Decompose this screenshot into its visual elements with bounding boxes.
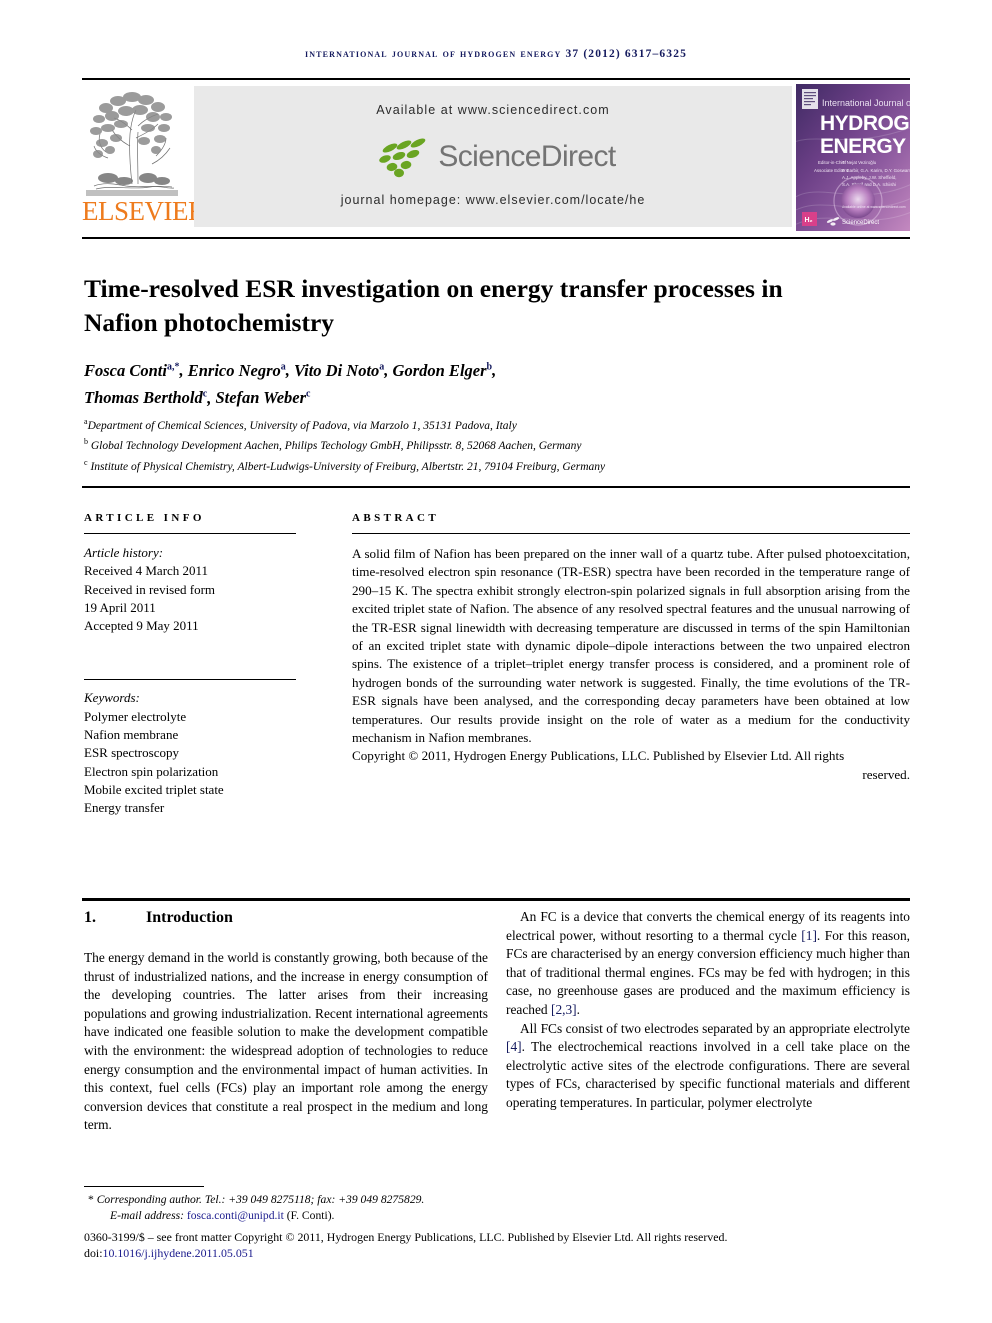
article-history: Article history: Received 4 March 2011 R…	[84, 544, 296, 635]
masthead: ELSEVIER Available at www.sciencedirect.…	[82, 84, 910, 232]
abstract-column: ABSTRACT A solid film of Nafion has been…	[352, 512, 910, 784]
journal-homepage-text: journal homepage: www.elsevier.com/locat…	[340, 193, 646, 207]
paragraph: All FCs consist of two electrodes separa…	[506, 1020, 910, 1110]
author-item: Stefan Weberc	[215, 388, 311, 407]
article-history-label: Article history:	[84, 545, 164, 560]
article-history-item: Received in revised form	[84, 581, 216, 597]
svg-text:HYDROGEN: HYDROGEN	[820, 112, 910, 135]
article-info-rule	[84, 533, 296, 534]
svg-text:F. Barbir, G.A. Karim, D.Y. Go: F. Barbir, G.A. Karim, D.Y. Goswami,	[842, 168, 910, 173]
running-head-rule	[82, 78, 910, 80]
svg-text:International Journal of: International Journal of	[822, 98, 910, 108]
keywords-block: Keywords: Polymer electrolyte Nafion mem…	[84, 689, 296, 817]
abstract-rule	[352, 533, 910, 534]
email-suffix: (F. Conti).	[286, 1209, 335, 1223]
article-history-item: 19 April 2011	[84, 599, 156, 615]
abstract-heading: ABSTRACT	[352, 512, 440, 524]
journal-cover-thumbnail: International Journal of HYDROGEN ENERGY…	[796, 84, 910, 231]
author-affil-marker: c	[306, 388, 311, 400]
article-first-page: international journal of hydrogen energy…	[0, 0, 992, 1323]
running-head: international journal of hydrogen energy…	[304, 48, 687, 60]
author-item: Vito Di Notoa	[294, 360, 385, 380]
abstract-copyright: Copyright © 2011, Hydrogen Energy Public…	[352, 747, 910, 784]
author-item: Enrico Negroa	[187, 360, 286, 380]
abstract-text: A solid film of Nafion has been prepared…	[352, 546, 910, 746]
doi-line: doi:10.1016/j.ijhydene.2011.05.051	[84, 1245, 910, 1262]
affiliation-item: aDepartment of Chemical Sciences, Univer…	[84, 417, 517, 432]
citation-ref[interactable]: [1]	[801, 928, 817, 943]
svg-text:T. Nejat Veziroğlu: T. Nejat Veziroğlu	[842, 160, 877, 165]
author-affil-marker: a,*	[166, 361, 180, 372]
keyword-item: Mobile excited triplet state	[84, 781, 224, 797]
article-history-item: Accepted 9 May 2011	[84, 618, 199, 634]
sciencedirect-logo: ScienceDirect	[194, 134, 792, 180]
body-column-left: 1. Introduction The energy demand in the …	[84, 908, 488, 1135]
section-heading-introduction: 1. Introduction	[84, 908, 488, 928]
keywords-label: Keywords:	[84, 690, 140, 706]
keyword-item: Nafion membrane	[84, 727, 179, 743]
elsevier-wordmark: ELSEVIER	[82, 196, 206, 226]
citation-ref[interactable]: [2,3]	[551, 1002, 577, 1017]
doi-link[interactable]: 10.1016/j.ijhydene.2011.05.051	[103, 1246, 254, 1260]
author-item: Thomas Bertholdc	[84, 388, 208, 407]
svg-text:ScienceDirect: ScienceDirect	[842, 220, 879, 226]
body-column-right: An FC is a device that converts the chem…	[506, 908, 910, 1113]
body-section-rule	[82, 898, 910, 901]
paragraph: The energy demand in the world is consta…	[84, 950, 488, 1133]
svg-text:Available online at www.scienc: Available online at www.sciencedirect.co…	[842, 205, 906, 209]
abstract-copyright-main: Copyright © 2011, Hydrogen Energy Public…	[352, 748, 845, 764]
article-info-column: ARTICLE INFO Article history: Received 4…	[84, 512, 296, 818]
info-section-rule	[82, 486, 910, 488]
doi-label: doi:	[84, 1246, 103, 1261]
author-list: Fosca Contia,*, Enrico Negroa, Vito Di N…	[84, 360, 497, 408]
keyword-item: Polymer electrolyte	[84, 708, 187, 724]
citation-ref[interactable]: [4]	[506, 1039, 522, 1054]
svg-text:H₂: H₂	[805, 217, 813, 224]
corresponding-author-note: * Corresponding author. Tel.: +39 049 82…	[88, 1193, 425, 1206]
elsevier-logo: ELSEVIER	[82, 84, 206, 232]
svg-text:ENERGY: ENERGY	[820, 135, 906, 158]
issn-copyright-line: 0360-3199/$ – see front matter Copyright…	[84, 1229, 728, 1244]
corresponding-author-marker: *	[88, 1193, 94, 1206]
author-affil-marker: a	[280, 361, 286, 372]
section-number: 1.	[84, 909, 96, 926]
keyword-item: Energy transfer	[84, 800, 165, 816]
keywords-rule	[84, 679, 296, 681]
author-item: Fosca Contia,*	[84, 360, 180, 380]
keyword-item: Electron spin polarization	[84, 763, 219, 779]
paragraph: An FC is a device that converts the chem…	[506, 909, 910, 1017]
footnote-block: * Corresponding author. Tel.: +39 049 82…	[84, 1192, 910, 1262]
available-at-text: Available at www.sciencedirect.com	[376, 103, 610, 117]
email-label: E-mail address:	[110, 1209, 184, 1223]
sciencedirect-banner: Available at www.sciencedirect.com Scien…	[194, 86, 792, 227]
affiliation-marker: b	[84, 437, 88, 447]
author-affil-marker: b	[486, 361, 493, 372]
abstract-copyright-last: reserved.	[862, 766, 910, 782]
author-affil-marker: c	[202, 388, 208, 400]
section-title: Introduction	[146, 909, 233, 926]
affiliation-marker: c	[84, 457, 88, 467]
sciencedirect-leaf-icon	[379, 138, 426, 178]
email-note: E-mail address: fosca.conti@unipd.it (F.…	[84, 1208, 910, 1224]
author-affil-marker: a	[379, 361, 385, 372]
footnote-rule	[84, 1186, 204, 1187]
article-history-item: Received 4 March 2011	[84, 563, 209, 579]
email-link[interactable]: fosca.conti@unipd.it	[187, 1209, 284, 1222]
keyword-item: ESR spectroscopy	[84, 745, 179, 761]
masthead-rule	[82, 237, 910, 239]
affiliation-item: b Global Technology Development Aachen, …	[84, 437, 582, 453]
elsevier-tree-icon	[86, 86, 178, 196]
page-title: Time-resolved ESR investigation on energ…	[84, 274, 783, 338]
author-item: Gordon Elgerb	[392, 360, 493, 380]
affiliation-item: c Institute of Physical Chemistry, Alber…	[84, 457, 606, 473]
article-info-heading: ARTICLE INFO	[84, 512, 205, 524]
sciencedirect-wordmark: ScienceDirect	[438, 140, 616, 173]
affiliation-list: aDepartment of Chemical Sciences, Univer…	[84, 414, 874, 475]
